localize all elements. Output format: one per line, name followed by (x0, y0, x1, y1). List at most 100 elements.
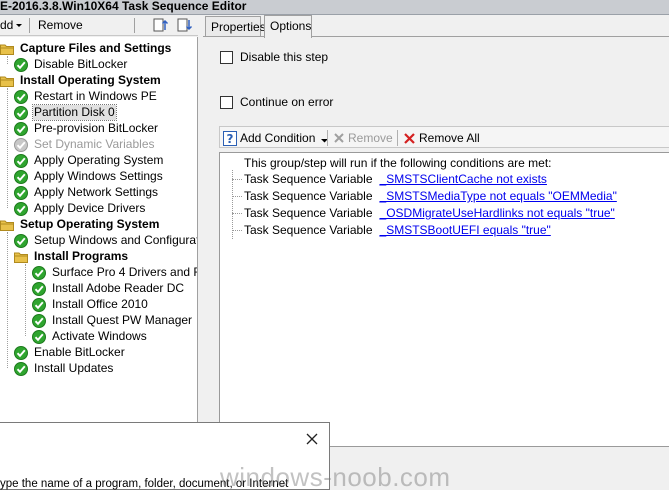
add-condition-button[interactable]: ? Add Condition (223, 130, 329, 146)
tree-group[interactable]: Setup Operating System (0, 217, 160, 232)
disable-step-label: Disable this step (240, 50, 329, 64)
continue-on-error-checkbox[interactable] (220, 95, 233, 109)
condition-row[interactable]: Task Sequence Variable _SMSTSBootUEFI equ… (244, 223, 551, 238)
tree-item-label: Apply Device Drivers (34, 201, 146, 215)
window-titlebar: E-2016.3.8.Win10X64 Task Sequence Editor (0, 0, 669, 15)
add-condition-label: Add Condition (240, 131, 316, 145)
tree-item-label: Activate Windows (52, 329, 147, 343)
green-check-icon (14, 57, 28, 72)
remove-button[interactable]: Remove (38, 18, 83, 33)
disable-step-row[interactable]: Disable this step (220, 50, 328, 64)
tree-group[interactable]: Install Operating System (0, 73, 162, 88)
green-check-icon (32, 297, 46, 312)
condition-kind: Task Sequence Variable (244, 206, 373, 220)
tree-item-label: Install Quest PW Manager (52, 313, 193, 327)
condition-row[interactable]: Task Sequence Variable _SMSTSClientCache … (244, 172, 547, 187)
green-check-icon (14, 153, 28, 168)
green-check-icon (32, 265, 46, 280)
watermark: windows-noob.com (220, 462, 451, 490)
green-check-icon (14, 121, 28, 136)
conditions-list: This group/step will run if the followin… (219, 152, 669, 447)
tree-item-label: Apply Windows Settings (34, 169, 163, 183)
tree-connector (7, 232, 8, 368)
green-check-icon (14, 169, 28, 184)
green-check-icon (14, 233, 28, 248)
tree-item-label: Install Updates (34, 361, 114, 375)
tree-step[interactable]: Disable BitLocker (14, 57, 128, 72)
tree-step[interactable]: Set Dynamic Variables (14, 137, 156, 152)
green-check-icon (14, 361, 28, 376)
conditions-toolbar: ? Add Condition Remove Remove All (219, 126, 669, 148)
green-check-icon (32, 281, 46, 296)
condition-link[interactable]: _SMSTSMediaType not equals "OEMMedia" (380, 189, 617, 203)
tree-connector (232, 170, 233, 239)
condition-row[interactable]: Task Sequence Variable _OSDMigrateUseHard… (244, 206, 615, 221)
tree-connector (232, 230, 242, 231)
toolbar-separator (134, 18, 135, 33)
tree-group[interactable]: Capture Files and Settings (0, 41, 172, 56)
tree-step[interactable]: Restart in Windows PE (14, 89, 158, 104)
tree-step[interactable]: Install Quest PW Manager (32, 313, 193, 328)
tree-step[interactable]: Pre-provision BitLocker (14, 121, 159, 136)
remove-condition-button[interactable]: Remove (333, 130, 393, 146)
tree-connector (232, 196, 242, 197)
tree-step[interactable]: Install Updates (14, 361, 114, 376)
tree-step[interactable]: Partition Disk 0 (14, 104, 117, 121)
move-down-icon[interactable] (177, 17, 193, 33)
tree-item-label: Apply Network Settings (34, 185, 159, 199)
condition-kind: Task Sequence Variable (244, 172, 373, 186)
green-check-icon (14, 105, 28, 120)
tree-connector (232, 179, 242, 180)
folder-icon (0, 42, 14, 56)
close-icon[interactable] (306, 433, 318, 445)
add-dropdown-icon[interactable] (15, 19, 23, 31)
toolbar-separator (397, 130, 398, 146)
tree-item-label: Install Office 2010 (52, 297, 148, 311)
tree-step[interactable]: Apply Windows Settings (14, 169, 164, 184)
condition-kind: Task Sequence Variable (244, 189, 373, 203)
help-icon: ? (223, 130, 237, 146)
tree-step[interactable]: Apply Operating System (14, 153, 164, 168)
move-up-icon[interactable] (153, 17, 169, 33)
tree-item-label: Install Programs (34, 249, 129, 263)
add-button[interactable]: dd (0, 18, 13, 33)
tree-step[interactable]: Activate Windows (32, 329, 148, 344)
tree-step[interactable]: Install Adobe Reader DC (32, 281, 185, 296)
folder-icon (14, 250, 28, 264)
toolbar-separator (29, 18, 30, 33)
tree-connector (25, 264, 26, 336)
remove-x-icon (333, 132, 345, 144)
green-check-icon (14, 201, 28, 216)
conditions-header: This group/step will run if the followin… (244, 156, 552, 170)
condition-kind: Task Sequence Variable (244, 223, 373, 237)
tree-item-label: Enable BitLocker (34, 345, 125, 359)
window-title: E-2016.3.8.Win10X64 Task Sequence Editor (0, 0, 247, 13)
condition-link[interactable]: _SMSTSBootUEFI equals "true" (380, 223, 551, 237)
tree-item-label: Capture Files and Settings (20, 41, 172, 55)
remove-all-button[interactable]: Remove All (403, 130, 480, 146)
folder-icon (0, 74, 14, 88)
tree-step[interactable]: Surface Pro 4 Drivers and Firm (32, 265, 197, 280)
tree-item-label: Install Operating System (20, 73, 161, 87)
tree-item-label: Partition Disk 0 (32, 104, 117, 121)
tree-connector (232, 213, 242, 214)
tree-group[interactable]: Install Programs (14, 249, 129, 264)
tree-step[interactable]: Apply Network Settings (14, 185, 159, 200)
remove-all-label: Remove All (419, 131, 480, 145)
tab-options[interactable]: Options (264, 15, 312, 38)
tree-step[interactable]: Enable BitLocker (14, 345, 126, 360)
continue-on-error-row[interactable]: Continue on error (220, 95, 333, 109)
condition-link[interactable]: _SMSTSClientCache not exists (380, 172, 547, 186)
tree-step[interactable]: Setup Windows and Configuration (14, 233, 197, 248)
disable-step-checkbox[interactable] (220, 50, 233, 64)
tree-step[interactable]: Install Office 2010 (32, 297, 149, 312)
condition-row[interactable]: Task Sequence Variable _SMSTSMediaType no… (244, 189, 617, 204)
tree-step[interactable]: Apply Device Drivers (14, 201, 146, 216)
tree-item-label: Restart in Windows PE (34, 89, 157, 103)
green-check-icon (32, 313, 46, 328)
green-check-icon (32, 329, 46, 344)
condition-link[interactable]: _OSDMigrateUseHardlinks not equals "true… (380, 206, 615, 220)
tree-toolbar: dd Remove (0, 15, 198, 36)
tab-properties[interactable]: Properties (205, 16, 266, 37)
green-check-icon (14, 89, 28, 104)
